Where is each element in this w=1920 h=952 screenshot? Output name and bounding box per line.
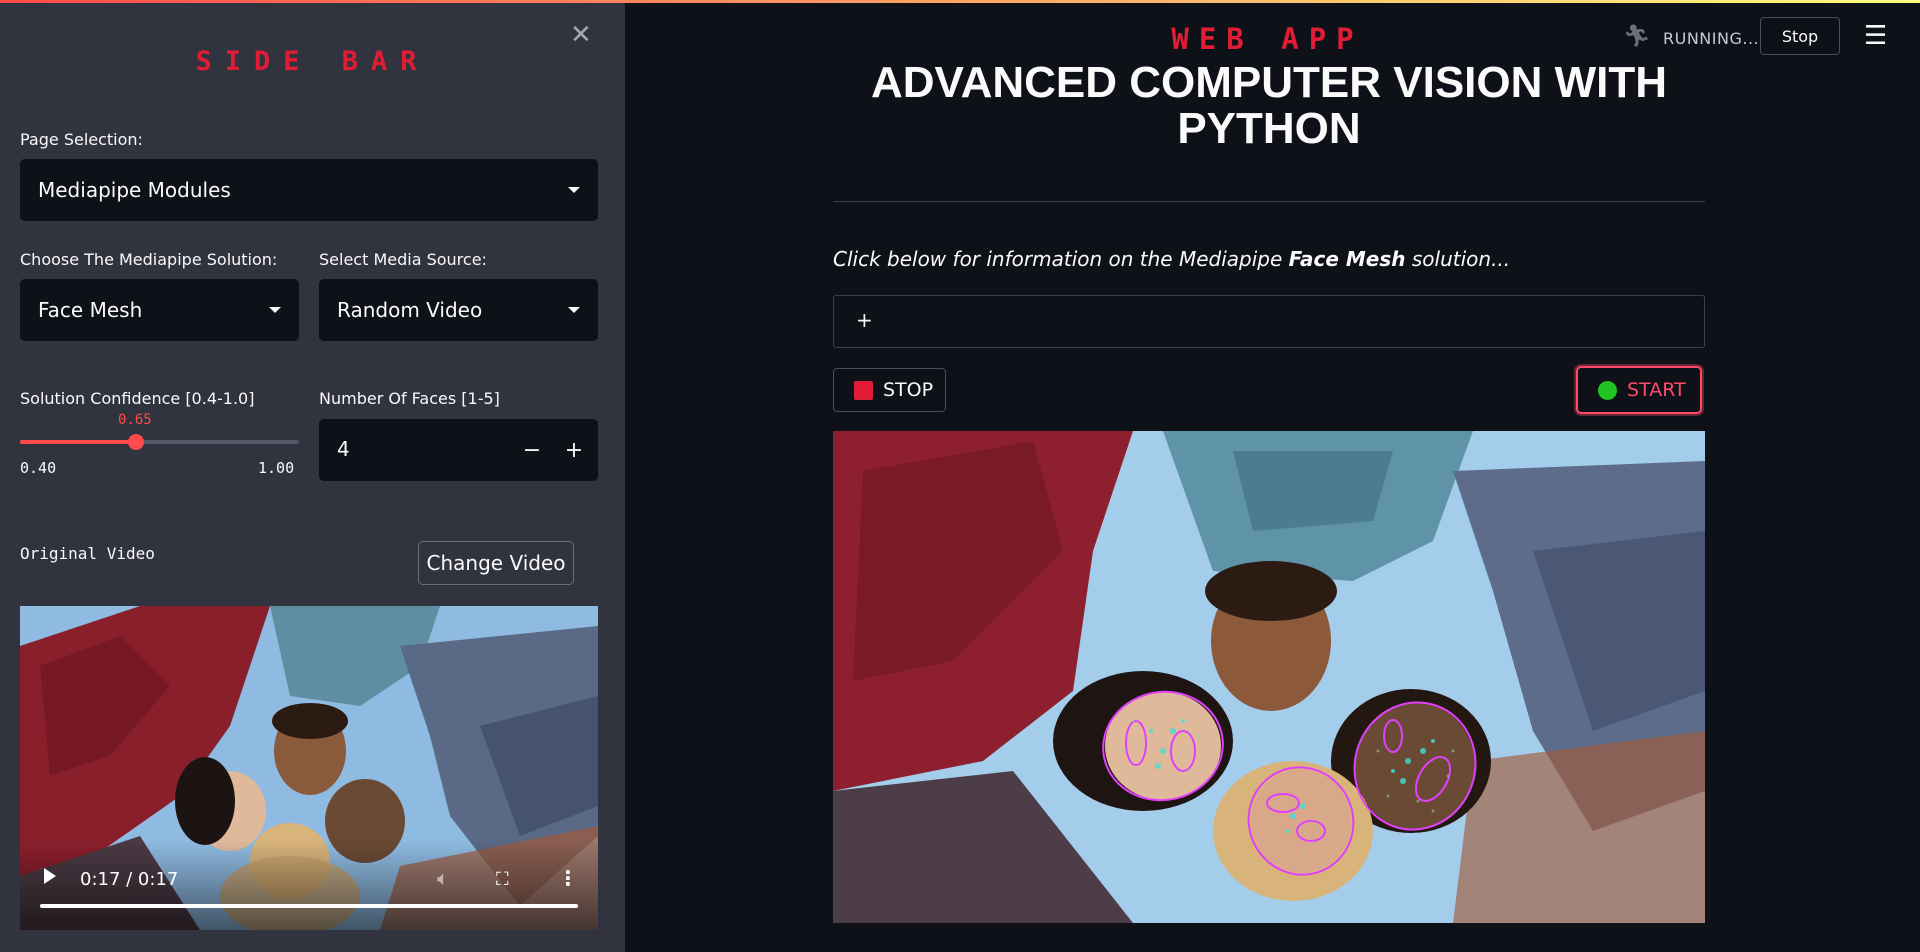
media-source-label: Select Media Source: bbox=[319, 250, 487, 269]
volume-icon[interactable]: 🔈︎ bbox=[437, 866, 449, 890]
more-options-icon[interactable]: ⋮ bbox=[558, 866, 578, 890]
play-icon[interactable] bbox=[44, 868, 56, 884]
processed-video-frame bbox=[833, 431, 1705, 923]
confidence-slider-fill bbox=[20, 440, 137, 444]
info-text: Click below for information on the Media… bbox=[833, 247, 1510, 271]
expand-plus-icon: + bbox=[856, 308, 873, 332]
sidebar: ✕ SIDE BAR Page Selection: Mediapipe Mod… bbox=[0, 0, 625, 952]
start-stream-button[interactable]: START bbox=[1576, 366, 1702, 414]
confidence-value: 0.65 bbox=[118, 412, 152, 428]
change-video-button[interactable]: Change Video bbox=[418, 541, 574, 585]
confidence-slider-thumb[interactable] bbox=[128, 434, 145, 450]
faces-number-input[interactable]: 4 − + bbox=[319, 419, 598, 481]
original-video-player[interactable]: 0:17 / 0:17 🔈︎ ⛶ ⋮ bbox=[20, 606, 598, 930]
running-status: RUNNING... bbox=[1663, 29, 1760, 48]
confidence-slider[interactable] bbox=[20, 434, 299, 450]
confidence-label: Solution Confidence [0.4-1.0] bbox=[20, 389, 255, 408]
faces-value: 4 bbox=[337, 437, 350, 461]
top-decoration-line bbox=[0, 0, 1920, 3]
media-source-select[interactable]: Random Video bbox=[319, 279, 598, 341]
video-progress-bar[interactable] bbox=[40, 904, 578, 908]
video-controls: 0:17 / 0:17 🔈︎ ⛶ ⋮ bbox=[20, 840, 598, 930]
info-solution-name: Face Mesh bbox=[1288, 247, 1406, 271]
header-stop-button[interactable]: Stop bbox=[1760, 17, 1840, 55]
face-mesh-output-image bbox=[833, 431, 1705, 923]
sidebar-title: SIDE BAR bbox=[195, 46, 430, 77]
original-video-label: Original Video bbox=[20, 544, 155, 563]
confidence-max: 1.00 bbox=[258, 459, 295, 477]
stop-stream-button[interactable]: STOP bbox=[833, 368, 946, 412]
chevron-down-icon bbox=[568, 187, 580, 193]
solution-value: Face Mesh bbox=[38, 298, 143, 322]
video-time: 0:17 / 0:17 bbox=[80, 869, 179, 890]
chevron-down-icon bbox=[269, 307, 281, 313]
main-content: WEB APP ADVANCED COMPUTER VISION WITH PY… bbox=[625, 0, 1920, 952]
page-selection-label: Page Selection: bbox=[20, 130, 143, 149]
solution-select[interactable]: Face Mesh bbox=[20, 279, 299, 341]
divider bbox=[833, 201, 1705, 202]
decrement-button[interactable]: − bbox=[508, 419, 556, 481]
info-expander[interactable]: + bbox=[833, 295, 1705, 348]
running-person-icon: 🏃︎ bbox=[1623, 24, 1651, 49]
solution-label: Choose The Mediapipe Solution: bbox=[20, 250, 278, 269]
info-suffix: solution... bbox=[1405, 247, 1511, 271]
fullscreen-icon[interactable]: ⛶ bbox=[496, 869, 509, 890]
page-selection-select[interactable]: Mediapipe Modules bbox=[20, 159, 598, 221]
close-sidebar-icon[interactable]: ✕ bbox=[570, 22, 592, 48]
faces-label: Number Of Faces [1-5] bbox=[319, 389, 500, 408]
stop-square-icon bbox=[854, 380, 873, 400]
increment-button[interactable]: + bbox=[550, 419, 598, 481]
page-selection-value: Mediapipe Modules bbox=[38, 178, 231, 202]
chevron-down-icon bbox=[568, 307, 580, 313]
page-heading: ADVANCED COMPUTER VISION WITH PYTHON bbox=[870, 58, 1668, 153]
media-source-value: Random Video bbox=[337, 298, 483, 322]
hamburger-menu-icon[interactable]: ☰ bbox=[1864, 21, 1887, 51]
stop-stream-label: STOP bbox=[883, 379, 934, 401]
confidence-min: 0.40 bbox=[20, 459, 57, 477]
start-stream-label: START bbox=[1627, 379, 1686, 401]
start-circle-icon bbox=[1598, 380, 1617, 400]
info-prefix: Click below for information on the Media… bbox=[833, 247, 1289, 271]
